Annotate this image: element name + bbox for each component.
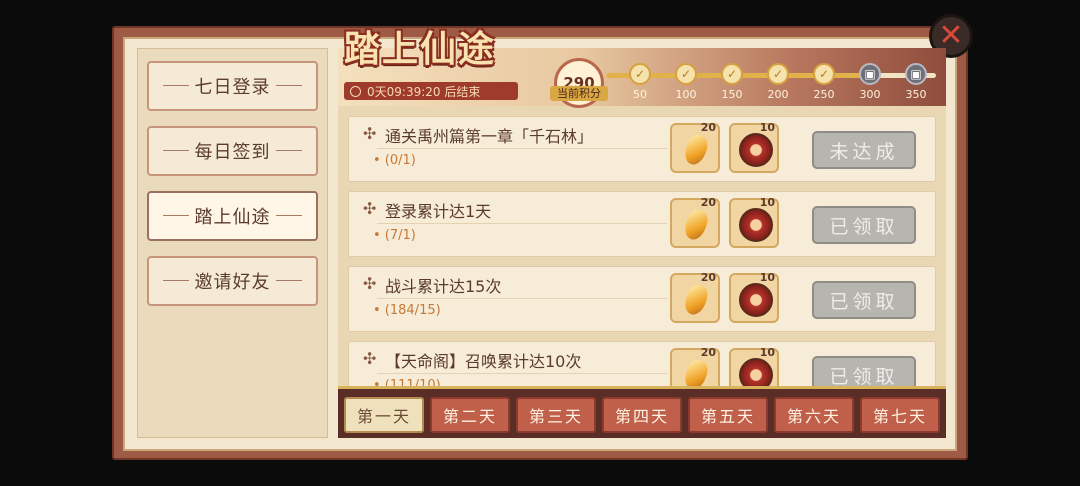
gift-icon[interactable]: ▣ — [859, 63, 881, 85]
check-icon: ✓ — [675, 63, 697, 85]
star-icon: ✣ — [363, 349, 377, 368]
reward-gem[interactable]: 20 — [670, 196, 720, 248]
milestone-value: 200 — [767, 88, 789, 101]
tab-day-2[interactable]: 第二天 — [430, 397, 510, 433]
task-status-button[interactable]: 未达成 — [812, 131, 916, 169]
task-name: 【天命阁】召唤累计达10次 — [385, 352, 582, 371]
sidebar-item-label: 邀请好友 — [194, 272, 271, 293]
reward-drum[interactable]: 10 — [729, 121, 779, 173]
countdown-timer: 0天09:39:20 后结束 — [344, 82, 518, 100]
tab-day-4[interactable]: 第四天 — [602, 397, 682, 433]
milestone-value: 100 — [675, 88, 697, 101]
timer-text: 0天09:39:20 后结束 — [367, 84, 481, 99]
gem-icon — [681, 282, 711, 318]
reward-gem[interactable]: 20 — [670, 271, 720, 323]
task-row: ✣ 战斗累计达15次 • (184/15) 20 10 已领取 — [348, 266, 936, 332]
task-row: ✣ 通关禹州篇第一章「千石林」 • (0/1) 20 10 未达成 — [348, 116, 936, 182]
check-icon: ✓ — [721, 63, 743, 85]
reward-drum[interactable]: 10 — [729, 271, 779, 323]
milestone-value: 300 — [859, 88, 881, 101]
drum-icon — [739, 208, 773, 242]
check-icon: ✓ — [767, 63, 789, 85]
close-icon: ✕ — [938, 18, 964, 53]
sidebar-item-daily-checkin[interactable]: 每日签到 — [147, 126, 318, 176]
task-name: 登录累计达1天 — [385, 202, 492, 221]
task-row: ✣ 登录累计达1天 • (7/1) 20 10 已领取 — [348, 191, 936, 257]
sidebar-item-immortal-path[interactable]: 踏上仙途 — [147, 191, 318, 241]
page-title: 踏上仙途 — [344, 29, 497, 70]
task-name: 通关禹州篇第一章「千石林」 — [385, 127, 594, 146]
milestone-value: 50 — [633, 88, 647, 101]
star-icon: ✣ — [363, 274, 377, 293]
check-icon: ✓ — [629, 63, 651, 85]
star-icon: ✣ — [363, 199, 377, 218]
milestone-value: 150 — [721, 88, 743, 101]
sidebar: 七日登录 每日签到 踏上仙途 邀请好友 — [137, 48, 328, 438]
task-progress: • (0/1) — [373, 153, 416, 168]
reward-gem[interactable]: 20 — [670, 121, 720, 173]
tab-day-7[interactable]: 第七天 — [860, 397, 940, 433]
sidebar-item-invite-friends[interactable]: 邀请好友 — [147, 256, 318, 306]
main-content: 0天09:39:20 后结束 290 当前积分 ✓ 50 ✓ 100 ✓ 150 ✓ 200 ✓… — [338, 48, 946, 438]
milestone-value: 250 — [813, 88, 835, 101]
sidebar-item-label: 踏上仙途 — [194, 207, 271, 228]
clock-icon — [350, 85, 361, 97]
star-icon: ✣ — [363, 124, 377, 143]
tab-day-1[interactable]: 第一天 — [344, 397, 424, 433]
gift-icon[interactable]: ▣ — [905, 63, 927, 85]
drum-icon — [739, 133, 773, 167]
task-progress: • (184/15) — [373, 303, 441, 318]
day-tabs: 第一天 第二天 第三天 第四天 第五天 第六天 第七天 — [338, 386, 946, 438]
score-label: 当前积分 — [550, 86, 608, 101]
sidebar-item-seven-day-login[interactable]: 七日登录 — [147, 61, 318, 111]
tab-day-3[interactable]: 第三天 — [516, 397, 596, 433]
gem-icon — [681, 207, 711, 243]
task-name: 战斗累计达15次 — [385, 277, 502, 296]
check-icon: ✓ — [813, 63, 835, 85]
sidebar-item-label: 每日签到 — [194, 142, 271, 163]
task-status-button[interactable]: 已领取 — [812, 206, 916, 244]
gem-icon — [681, 132, 711, 168]
sidebar-item-label: 七日登录 — [194, 77, 271, 98]
tab-day-5[interactable]: 第五天 — [688, 397, 768, 433]
task-progress: • (7/1) — [373, 228, 416, 243]
milestone-value: 350 — [905, 88, 927, 101]
drum-icon — [739, 283, 773, 317]
reward-drum[interactable]: 10 — [729, 196, 779, 248]
task-status-button[interactable]: 已领取 — [812, 281, 916, 319]
tab-day-6[interactable]: 第六天 — [774, 397, 854, 433]
